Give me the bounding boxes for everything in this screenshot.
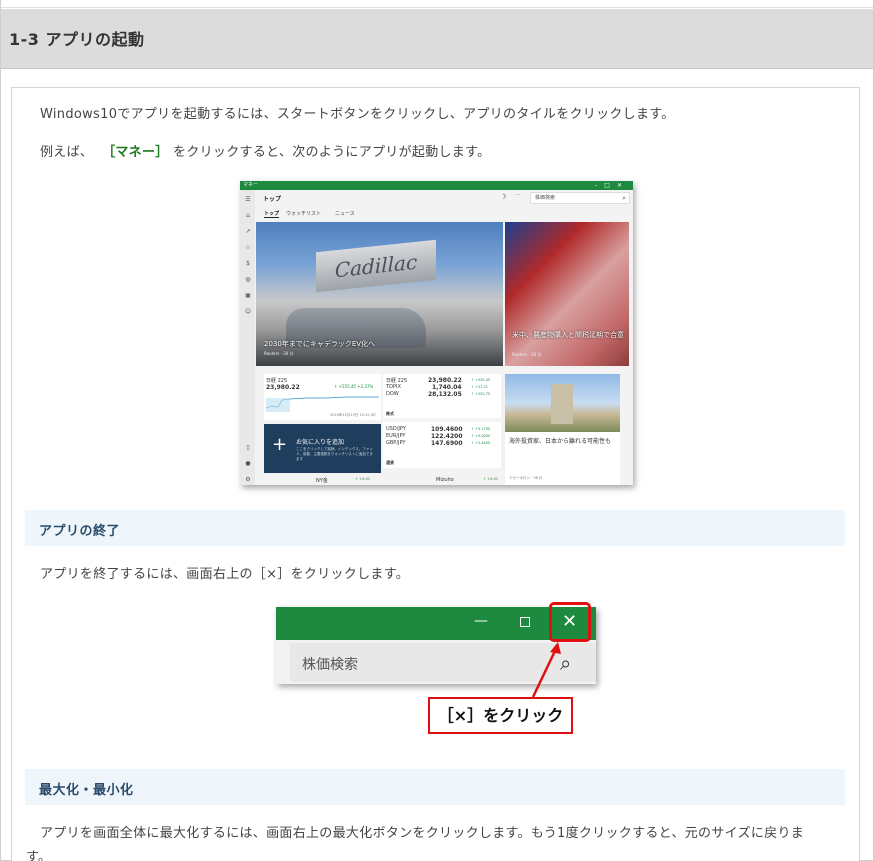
app-tab-top: トップ: [264, 211, 280, 218]
add-favorite-title: お気に入りを追加: [296, 439, 345, 446]
index-card-name: 日経 225: [266, 378, 288, 384]
index-chart-card: 日経 225 23,980.22 ↑ +555.45 +2.37% 2019年1…: [264, 374, 381, 420]
plus-icon: +: [272, 434, 288, 455]
window-controls-icon: –□✕: [594, 182, 629, 189]
news2-card: 海外投資家、日本から離れる可能性も ミセーボロジ · 38 分: [505, 432, 620, 485]
app-page-title: トップ: [263, 196, 282, 203]
close-highlight-box: [549, 602, 591, 642]
indices-row-value: 1,740.04: [432, 384, 462, 391]
star-icon: ☆: [245, 244, 251, 251]
smile-icon: ☺: [244, 308, 252, 315]
app-tabs: トップ ウォッチリスト ニュース: [255, 206, 633, 222]
maximize-icon: [520, 617, 530, 627]
settings-icon: ⚙: [245, 476, 251, 483]
hero-news-image: Cadillac 2030年までにキャデラックEV化へ Reuters · 30…: [256, 222, 503, 366]
add-favorite-desc: ここをクリックして銘柄、インデックス、ファンド、為替、主要指数をウォッチリストに…: [296, 447, 373, 461]
money-app-screenshot: マネー –□✕ ☰ ⌂ ↗ ☆ $ ◍ ▣ ☺ ▯ ● ⚙ トップ ☽ ··· …: [240, 181, 633, 485]
indices-row-change: ↑ +27.21: [471, 385, 488, 389]
fx-row-value: 147.6900: [431, 440, 463, 447]
indices-row-value: 23,980.22: [428, 377, 462, 384]
money-app-link: ［マネー］: [102, 145, 169, 160]
click-close-callout: ［×］をクリック: [428, 697, 573, 734]
calculator-icon: ▣: [245, 292, 251, 299]
bottom-mid-label: Mizuho: [436, 477, 454, 483]
green-titlebar: [276, 607, 596, 640]
hero2-caption: 米中、農産物購入と関税延期で合意: [512, 331, 624, 339]
fx-row-value: 122.4200: [431, 433, 463, 440]
more-icon: ···: [515, 192, 521, 199]
fx-card: USD/JPY 109.4600 ↑ +0.1700 EUR/JPY 122.4…: [383, 422, 501, 468]
home-icon: ⌂: [246, 212, 250, 219]
indices-row-name: 日経 225: [386, 378, 408, 384]
fx-row-name: GBP/JPY: [386, 440, 406, 446]
maxmin-text-line-1: アプリを画面全体に最大化するには、画面右上の最大化ボタンをクリックします。もう1…: [40, 826, 805, 841]
hero2-news-image: 米中、農産物購入と関税延期で合意 Reuters · 26 分: [505, 222, 629, 366]
parliament-image: [505, 374, 620, 432]
stocks-label: 株式: [386, 411, 394, 416]
app-titlebar: マネー –□✕: [240, 181, 633, 190]
app-search-box: 株価検索 ⌕: [530, 192, 630, 204]
phone-icon: ▯: [246, 444, 250, 451]
app-search-placeholder: 株価検索: [535, 195, 556, 201]
app-sidebar: ☰ ⌂ ↗ ☆ $ ◍ ▣ ☺ ▯ ● ⚙: [240, 190, 255, 485]
index-card-value: 23,980.22: [266, 384, 300, 391]
add-favorite-card: + お気に入りを追加 ここをクリックして銘柄、インデックス、ファンド、為替、主要…: [264, 424, 381, 473]
hero-source: Reuters · 30 分: [264, 351, 294, 356]
bottom-left-change: ↑ +0.00: [355, 477, 370, 481]
indices-row-name: DOW: [386, 391, 399, 397]
close-button-screenshot: — ✕ 株価検索 ⌕: [276, 607, 596, 684]
indices-card: 日経 225 23,980.22 ↑ +555.45 TOPIX 1,740.0…: [383, 374, 501, 418]
index-sparkline: [266, 396, 379, 412]
app-window-title: マネー: [243, 182, 259, 188]
moon-icon: ☽: [500, 193, 507, 201]
hero2-source: Reuters · 26 分: [512, 352, 542, 357]
fx-row-change: ↑ +0.1700: [471, 427, 491, 431]
indices-row-name: TOPIX: [386, 384, 401, 390]
bottom-mid-change: ↑ +0.00: [483, 477, 498, 481]
app-topbar: トップ ☽ ··· 株価検索 ⌕: [255, 190, 633, 206]
fx-row-change: ↑ +0.0000: [471, 434, 491, 438]
intro-line-2-suffix: をクリックすると、次のようにアプリが起動します。: [173, 145, 491, 160]
fx-row-name: EUR/JPY: [386, 433, 406, 439]
fx-label: 通貨: [386, 460, 394, 465]
fx-row-change: ↑ +2.4400: [471, 441, 491, 445]
exit-text: アプリを終了するには、画面右上の［×］をクリックします。: [40, 567, 409, 582]
search-icon: ⌕: [622, 194, 626, 202]
user-icon: ●: [245, 460, 251, 467]
bottom-left-label: NY金: [316, 478, 328, 484]
cadillac-sign: Cadillac: [316, 239, 436, 293]
maxmin-section-header: 最大化・最小化: [25, 769, 845, 805]
minimize-icon: —: [474, 613, 488, 629]
hero-caption: 2030年までにキャデラックEV化へ: [264, 340, 376, 348]
exit-section-header: アプリの終了: [25, 510, 845, 546]
app-tab-news: ニュース: [335, 211, 355, 217]
index-card-date: 2019年12月13日 15:15 JST: [330, 413, 377, 417]
fx-row-name: USD/JPY: [386, 426, 406, 432]
indices-row-change: ↑ +555.45: [471, 378, 491, 382]
stock-search-box: 株価検索 ⌕: [290, 643, 596, 682]
indices-row-value: 28,132.05: [428, 391, 462, 398]
section-title: 1-3 アプリの起動: [9, 30, 145, 49]
section-header: 1-3 アプリの起動: [1, 9, 873, 69]
currency-icon: $: [246, 260, 250, 267]
news2-caption: 海外投資家、日本から離れる可能性も: [509, 438, 612, 445]
index-card-change: ↑ +555.45 +2.37%: [334, 384, 374, 389]
maxmin-section-title: 最大化・最小化: [39, 783, 134, 798]
indices-row-change: ↑ +220.75: [471, 392, 491, 396]
globe-icon: ◍: [245, 276, 251, 283]
maxmin-text-line-2: す。: [26, 850, 52, 861]
app-tab-watchlist: ウォッチリスト: [286, 211, 322, 217]
stock-search-placeholder: 株価検索: [302, 657, 358, 673]
tower-shape: [551, 384, 573, 424]
hamburger-icon: ☰: [245, 196, 251, 203]
search-icon: ⌕: [560, 651, 572, 675]
intro-line-2-prefix: 例えば、: [40, 145, 94, 160]
news2-source: ミセーボロジ · 38 分: [509, 476, 543, 480]
exit-section-title: アプリの終了: [39, 524, 121, 539]
fx-row-value: 109.4600: [431, 426, 463, 433]
chart-icon: ↗: [245, 228, 251, 235]
intro-line-1: Windows10でアプリを起動するには、スタートボタンをクリックし、アプリのタ…: [40, 107, 675, 122]
intro-line-2: 例えば、 ［マネー］ をクリックすると、次のようにアプリが起動します。: [40, 141, 490, 160]
